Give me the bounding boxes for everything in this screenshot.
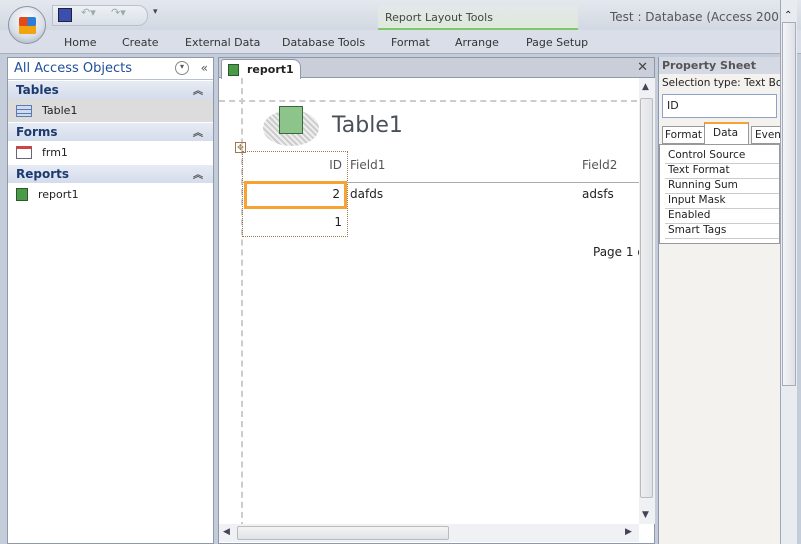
- report-icon: [16, 188, 28, 201]
- vertical-scrollbar[interactable]: ▲ ▼: [639, 78, 655, 524]
- selected-cell-id[interactable]: 2: [244, 181, 347, 209]
- form-icon: [16, 146, 32, 159]
- selection-type: Selection type: Text Box: [662, 77, 780, 89]
- navigation-pane: All Access Objects ▾ « Tables ︽ Table1 Fo…: [7, 57, 214, 544]
- horizontal-scrollbar[interactable]: ◀ ▶: [219, 524, 639, 542]
- tab-home[interactable]: Home: [64, 36, 96, 49]
- redo-icon[interactable]: ↷▾: [111, 6, 126, 19]
- nav-group-reports[interactable]: Reports ︽: [8, 164, 213, 183]
- close-document-icon[interactable]: ✕: [637, 60, 648, 75]
- nav-header[interactable]: All Access Objects ▾ «: [8, 58, 213, 80]
- scroll-thumb[interactable]: [640, 98, 653, 498]
- logo-book: [279, 106, 303, 134]
- contextual-tools-label: Report Layout Tools: [378, 6, 578, 30]
- margin-guide: [219, 100, 637, 102]
- nav-item-label: report1: [38, 188, 79, 201]
- column-header-field1[interactable]: Field1: [350, 158, 385, 172]
- cell-id[interactable]: 1: [242, 215, 342, 229]
- office-logo-icon: [19, 17, 36, 34]
- property-control-source[interactable]: Control Source: [665, 149, 779, 164]
- tab-event[interactable]: Event: [751, 126, 780, 144]
- scroll-thumb[interactable]: [237, 526, 449, 540]
- app-title: Test : Database (Access 2007: [610, 10, 787, 24]
- collapse-icon[interactable]: ︽: [193, 166, 203, 181]
- office-button[interactable]: [8, 6, 46, 44]
- tab-database-tools[interactable]: Database Tools: [282, 36, 365, 49]
- tab-data[interactable]: Data: [704, 122, 749, 144]
- property-input-mask[interactable]: Input Mask: [665, 194, 779, 209]
- nav-item-label: Table1: [42, 104, 78, 117]
- column-header-field2[interactable]: Field2: [582, 158, 617, 172]
- tab-page-setup[interactable]: Page Setup: [526, 36, 588, 49]
- scroll-down-icon[interactable]: ▼: [642, 510, 649, 520]
- tab-label: report1: [247, 63, 294, 76]
- tab-arrange[interactable]: Arrange: [455, 36, 499, 49]
- property-enabled[interactable]: Enabled: [665, 209, 779, 224]
- group-label: Forms: [16, 125, 58, 139]
- ribbon-tabs: Home Create External Data Database Tools…: [0, 30, 801, 54]
- table-icon: [16, 104, 32, 117]
- tab-external-data[interactable]: External Data: [185, 36, 260, 49]
- page-footer: Page 1 of 1: [593, 245, 639, 259]
- nav-group-forms[interactable]: Forms ︽: [8, 122, 213, 141]
- nav-menu-dropdown-icon[interactable]: ▾: [175, 61, 189, 75]
- property-sheet-scrollbar[interactable]: ⌃: [780, 0, 797, 544]
- group-label: Tables: [16, 83, 59, 97]
- report-logo-icon: [263, 106, 319, 146]
- cell-field1[interactable]: dafds: [350, 187, 383, 201]
- property-sheet: Property Sheet Selection type: Text Box …: [658, 57, 780, 544]
- document-tab-bar: report1 ✕: [219, 58, 654, 79]
- cell-field2[interactable]: adsfs: [582, 187, 614, 201]
- tab-format[interactable]: Format: [391, 36, 430, 49]
- tab-report1[interactable]: report1: [221, 59, 301, 79]
- nav-item-table1[interactable]: Table1: [8, 99, 213, 122]
- quick-access-toolbar: ↶▾ ↷▾ ▾: [52, 5, 158, 26]
- tab-format[interactable]: Format: [662, 126, 706, 144]
- customize-qat-icon[interactable]: ▾: [153, 7, 158, 17]
- property-sheet-title: Property Sheet: [659, 57, 780, 74]
- shutter-bar-close-icon[interactable]: «: [201, 61, 208, 75]
- property-running-sum[interactable]: Running Sum: [665, 179, 779, 194]
- column-header-id[interactable]: ID: [242, 158, 342, 172]
- property-tabs: Format Data Event: [659, 122, 780, 144]
- scroll-up-icon[interactable]: ▲: [642, 82, 649, 92]
- scroll-right-icon[interactable]: ▶: [625, 527, 632, 537]
- save-icon[interactable]: [58, 8, 72, 22]
- report-icon: [228, 63, 239, 76]
- report-title: Table1: [332, 113, 403, 138]
- nav-group-tables[interactable]: Tables ︽: [8, 80, 213, 99]
- nav-item-label: frm1: [42, 146, 68, 159]
- collapse-icon[interactable]: ︽: [193, 124, 203, 139]
- scroll-up-icon[interactable]: ⌃: [784, 10, 792, 21]
- scroll-left-icon[interactable]: ◀: [223, 527, 230, 537]
- property-text-format[interactable]: Text Format: [665, 164, 779, 179]
- nav-item-report1[interactable]: report1: [8, 183, 213, 206]
- tab-create[interactable]: Create: [122, 36, 159, 49]
- scroll-thumb[interactable]: [782, 22, 796, 386]
- property-smart-tags[interactable]: Smart Tags: [665, 224, 779, 239]
- collapse-icon[interactable]: ︽: [193, 82, 203, 97]
- control-selector[interactable]: ID: [662, 94, 777, 118]
- undo-icon[interactable]: ↶▾: [81, 6, 96, 19]
- report-document: report1 ✕ Table1 ✥ ID Field1 Field2 2 da…: [218, 57, 655, 544]
- group-label: Reports: [16, 167, 70, 181]
- nav-item-frm1[interactable]: frm1: [8, 141, 213, 164]
- nav-header-label: All Access Objects: [14, 61, 132, 76]
